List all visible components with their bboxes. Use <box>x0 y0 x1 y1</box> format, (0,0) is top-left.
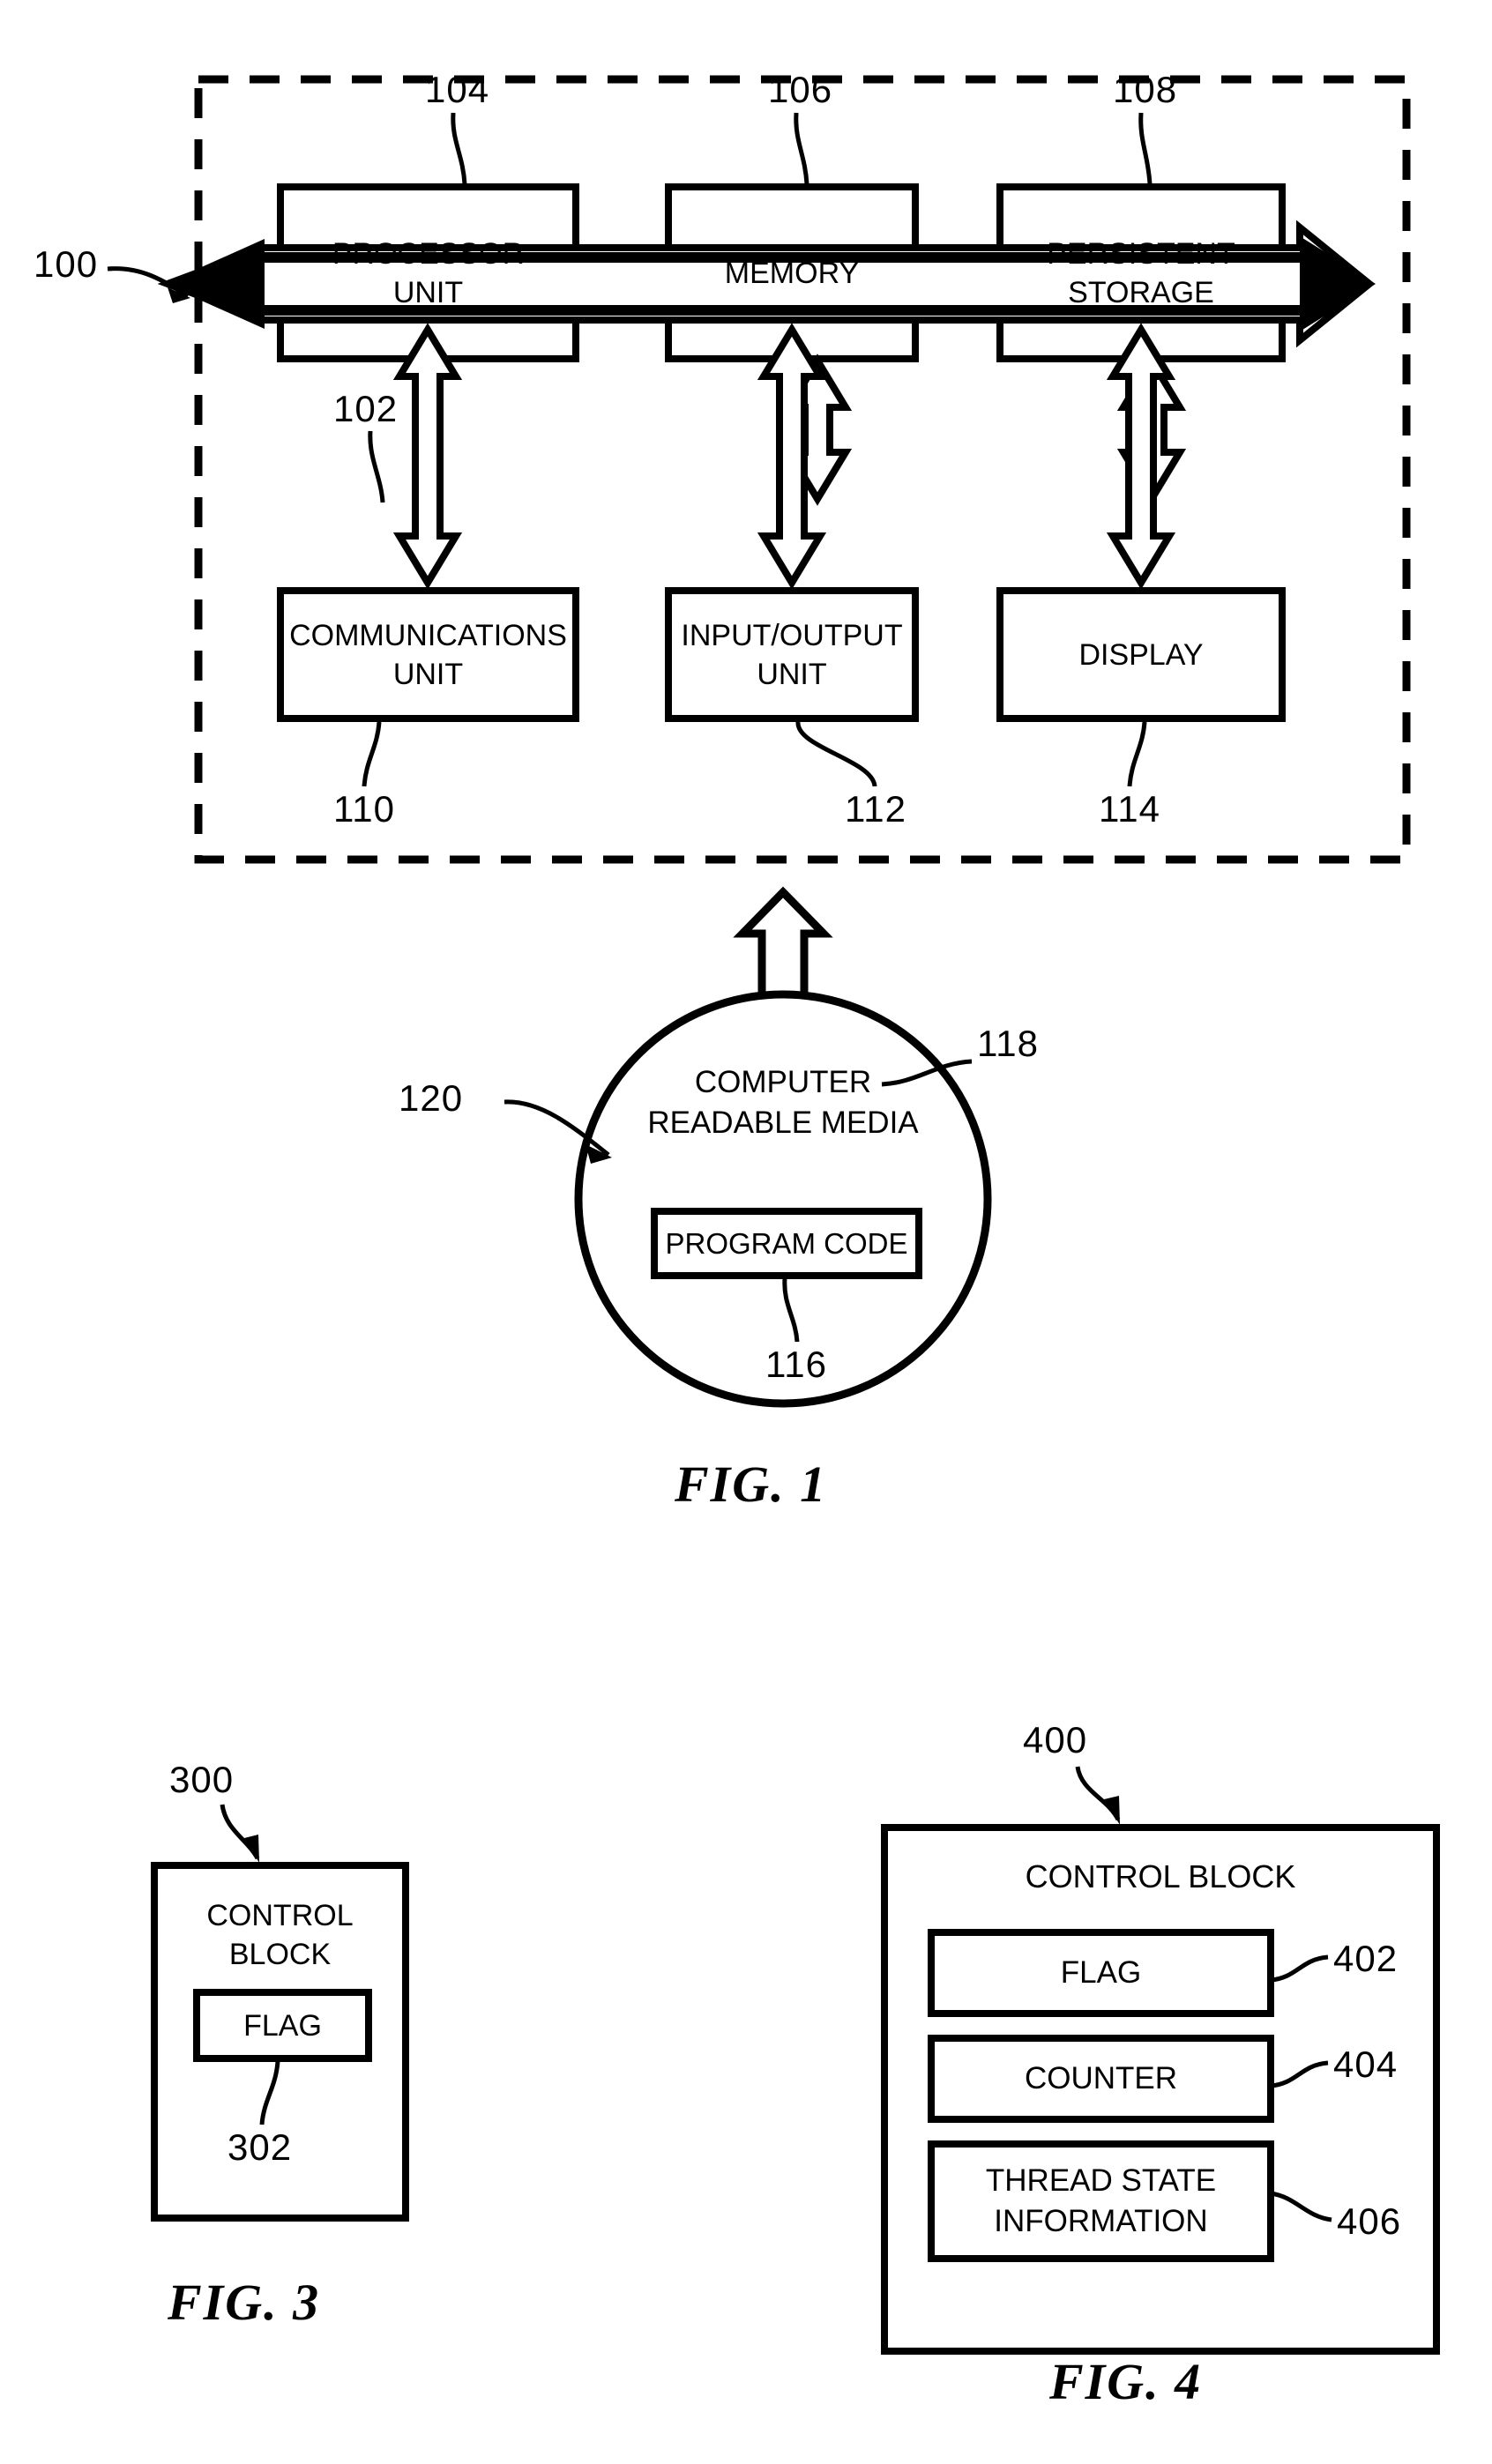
leader-102 <box>368 430 385 503</box>
figure1-caption: FIG. 1 <box>675 1455 828 1513</box>
fig4-flag-field <box>928 1929 1274 2017</box>
ref-114: 114 <box>1099 788 1160 830</box>
figure4-caption: FIG. 4 <box>1049 2353 1203 2410</box>
ref-110: 110 <box>333 788 395 830</box>
ref-112: 112 <box>845 788 906 830</box>
ref-404: 404 <box>1333 2043 1399 2085</box>
ref-118: 118 <box>977 1023 1039 1064</box>
ref-102: 102 <box>333 388 399 429</box>
fig3-flag-field <box>193 1989 372 2062</box>
ref-116: 116 <box>765 1344 827 1385</box>
bus-band-top <box>265 252 1300 263</box>
bus-left-head <box>164 239 265 329</box>
ref-400: 400 <box>1023 1719 1088 1761</box>
bus-102 <box>157 220 1376 348</box>
leader-106 <box>794 112 809 185</box>
ref-108: 108 <box>1113 69 1178 110</box>
arrow-bus-communications-unit <box>392 323 463 590</box>
box-input-output-unit <box>665 587 919 722</box>
ref-402: 402 <box>1333 1938 1399 1979</box>
ref-104: 104 <box>425 69 490 110</box>
leader-112 <box>795 721 877 787</box>
bus-band-bottom <box>265 305 1300 316</box>
ref-106: 106 <box>768 69 833 110</box>
bus-right-head <box>1300 236 1376 331</box>
leader-400-arrowhead <box>1104 1796 1120 1825</box>
ref-300: 300 <box>169 1759 235 1800</box>
box-program-code <box>651 1208 922 1279</box>
patent-drawing-sheet: 100 102 104 106 108 110 112 114 PROCESSO… <box>0 0 1492 2464</box>
leader-108 <box>1138 112 1153 185</box>
box-display <box>996 587 1286 722</box>
drawing-vector-layer <box>107 75 1440 2355</box>
arrow-media-to-system <box>733 886 833 1004</box>
leader-114 <box>1127 721 1147 787</box>
ref-302: 302 <box>228 2126 293 2168</box>
ref-406: 406 <box>1337 2200 1402 2242</box>
leader-104 <box>451 112 467 185</box>
computer-readable-media-circle <box>574 990 992 1408</box>
box-communications-unit <box>277 587 579 722</box>
ref-120: 120 <box>399 1077 464 1119</box>
leader-300-arrowhead <box>244 1835 259 1863</box>
leader-110 <box>362 721 382 787</box>
ref-100: 100 <box>34 243 99 285</box>
fig4-counter-field <box>928 2035 1274 2123</box>
fig4-thread-state-field <box>928 2140 1274 2262</box>
figure3-caption: FIG. 3 <box>168 2274 321 2331</box>
